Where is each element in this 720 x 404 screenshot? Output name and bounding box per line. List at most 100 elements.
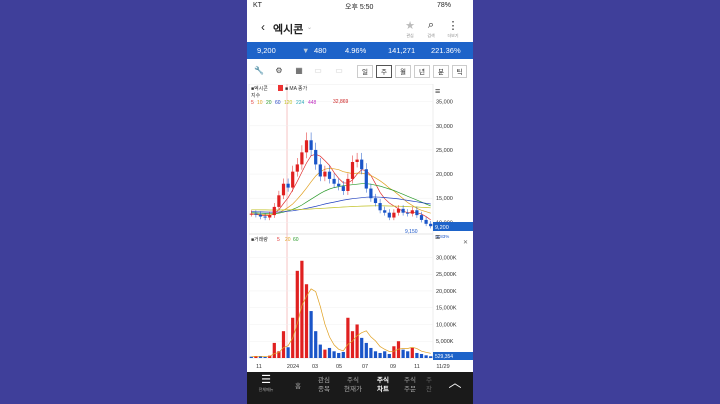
candle-body [281, 183, 286, 196]
change-percent: 4.96% [345, 46, 367, 55]
star-icon[interactable]: ★ 관심 [400, 19, 420, 39]
candle-body [341, 186, 345, 191]
candle-body [304, 140, 309, 153]
period-year[interactable]: 년 [414, 65, 430, 78]
volume-bar [424, 355, 428, 358]
candle-body [295, 164, 299, 172]
low-price-label: 9,150 [405, 229, 418, 235]
candle-body [383, 210, 387, 213]
candle-body [263, 216, 267, 218]
candle-body [337, 183, 341, 187]
gear-icon[interactable]: ⚙ [272, 65, 286, 77]
volume-panel-frame [248, 233, 434, 359]
stock-chart[interactable]: 35,00030,00025,00020,00015,00010,000■엑시콘… [247, 84, 473, 374]
turnover-percent: 221.36% [431, 46, 461, 55]
period-minute[interactable]: 분 [433, 65, 449, 78]
volume-bar [304, 284, 309, 358]
price-tick-label: 20,000 [436, 172, 453, 178]
volume-bar [364, 342, 368, 358]
candle-body [424, 219, 428, 224]
ma-period-label: 60 [275, 100, 281, 106]
more-icon[interactable]: ⋮ 더보기 [443, 19, 463, 39]
volume-bar [401, 349, 405, 358]
stock-legend-label: ■엑시콘 [251, 85, 268, 92]
quote-bar: 9,200 ▼ 480 4.96% 141,271 221.36% [247, 42, 473, 59]
nav-price[interactable]: 주식 현재가 [341, 376, 365, 394]
ma-period-label: 20 [266, 100, 272, 106]
nav-watchlist[interactable]: 관심 종목 [314, 376, 334, 394]
candle-body [396, 208, 401, 213]
volume-bar [383, 351, 387, 358]
compare-icon[interactable]: ▭ [311, 65, 325, 77]
x-tick-label: 11 [414, 364, 420, 370]
ma-period-label: 10 [257, 100, 263, 106]
nav-balance[interactable]: 주 잔 [423, 376, 435, 394]
candle-body [300, 152, 304, 165]
volume-bar [392, 346, 396, 358]
nav-home[interactable]: 홈 [291, 382, 305, 391]
chevron-down-icon[interactable]: ⌄ [307, 24, 312, 31]
volume-bar [355, 324, 359, 358]
search-icon[interactable]: ⌕ 검색 [421, 19, 441, 39]
nav-chart[interactable]: 주식 차트 [371, 376, 395, 394]
index-label: 지수 [251, 92, 261, 99]
volume-bar [341, 351, 345, 358]
candle-body [429, 223, 433, 227]
volume-bar [429, 356, 433, 358]
ma-legend-marker [278, 85, 283, 91]
candle-body [332, 178, 336, 184]
price-change: 480 [314, 46, 327, 55]
candle-body [350, 162, 355, 179]
wrench-icon[interactable]: 🔧 [252, 65, 266, 77]
expand-icon[interactable]: ▭ [332, 65, 346, 77]
phone-screen: KT 오후 5:50 78% ‹ 엑시콘 ⌄ ★ 관심 ⌕ 검색 ⋮ 더보기 9,20… [247, 0, 473, 404]
volume-tick-label: 30,000K [436, 255, 457, 261]
price-tick-label: 35,000 [436, 100, 453, 106]
volume-bar [318, 344, 322, 358]
candle-body [387, 212, 391, 218]
candle-body [378, 203, 382, 211]
candle-body [419, 215, 424, 220]
candle-body [314, 149, 318, 165]
grid-icon[interactable]: ▦ [292, 65, 306, 77]
period-tick[interactable]: 틱 [452, 65, 467, 78]
volume-bar [406, 351, 410, 358]
volume-menu-icon: ≡ [435, 232, 440, 242]
volume-tick-label: 25,000K [436, 272, 457, 278]
period-day[interactable]: 일 [357, 65, 373, 78]
volume-legend-label: ■거래량 [251, 236, 268, 243]
volume-tick-label: 15,000K [436, 306, 457, 312]
candle-body [286, 183, 290, 188]
stock-title[interactable]: 엑시콘 [273, 21, 303, 37]
candle-body [272, 206, 276, 216]
period-month[interactable]: 월 [395, 65, 411, 78]
volume-ma-period: 60 [293, 237, 299, 243]
volume-bar [323, 349, 327, 358]
period-week[interactable]: 주 [376, 65, 392, 78]
price-tick-label: 25,000 [436, 148, 453, 154]
volume-ma-line [251, 288, 431, 358]
back-icon[interactable]: ‹ [261, 20, 265, 34]
candle-body [318, 164, 322, 177]
chevron-up-icon[interactable]: ︿ [445, 376, 465, 389]
ma-line [251, 167, 431, 216]
down-arrow-icon: ▼ [302, 46, 310, 55]
candle-body [406, 212, 410, 214]
candle-body [360, 159, 364, 170]
x-tick-label: 11 [256, 364, 262, 370]
nav-order[interactable]: 주식 주문 [400, 376, 420, 394]
current-price: 9,200 [257, 46, 276, 55]
x-tick-label: 09 [390, 364, 396, 370]
menu-button[interactable]: ☰ 전체메뉴 [255, 375, 277, 394]
x-tick-label: 03 [312, 364, 318, 370]
carrier: KT [253, 2, 262, 9]
price-tick-label: 15,000 [436, 196, 453, 202]
volume-bar [327, 347, 332, 358]
candle-body [373, 198, 378, 204]
volume-bar [350, 331, 355, 358]
bottom-nav: ☰ 전체메뉴 홈 관심 종목 주식 현재가 주식 차트 주식 주문 주 잔 ︿ [247, 372, 473, 404]
candle-body [369, 188, 373, 199]
candle-body [392, 212, 396, 218]
ma-period-label: 5 [251, 100, 254, 106]
volume-ma-period: 5 [277, 237, 280, 243]
